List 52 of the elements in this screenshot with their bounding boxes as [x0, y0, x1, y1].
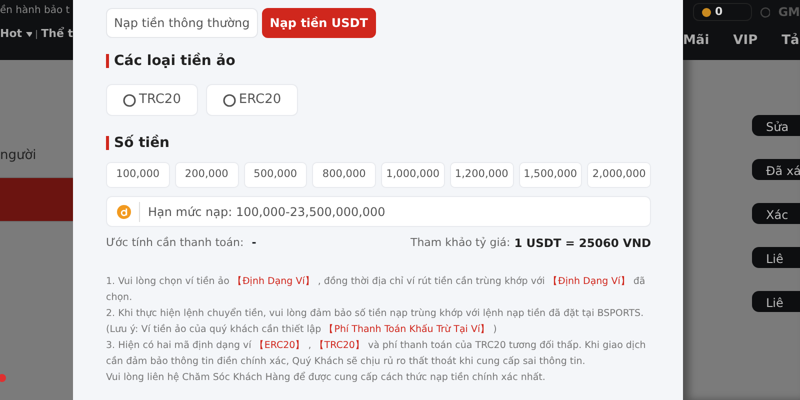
action-button[interactable]: Xác [752, 203, 800, 224]
field-label: Tham khảo tỷ giá: [410, 235, 510, 251]
menu-row[interactable] [0, 178, 73, 222]
note-link[interactable]: 【Định Dạng Ví】 [232, 276, 315, 288]
tab[interactable]: Nạp tiền thông thường [106, 8, 258, 38]
coin-icon [117, 204, 131, 218]
divider-mark [36, 30, 38, 39]
amount-button[interactable]: 500,000 [244, 162, 308, 188]
nav-link[interactable]: Thể t [41, 26, 73, 42]
amount-button[interactable]: 100,000 [106, 162, 170, 188]
refresh-icon[interactable] [760, 6, 770, 18]
action-button[interactable]: Liê [752, 291, 800, 312]
caret-icon [26, 32, 32, 37]
section-title: Các loại tiền ảo [106, 54, 651, 68]
note-link[interactable]: 【TRC20】 [314, 340, 365, 352]
note-text: 2. Khi thực hiện lệnh chuyển tiền, vui lòng đảm bảo số tiền nạp trùng khớp với lệnh nạp tiền đã đặt tại BSPORTS. [106, 306, 645, 322]
user-label: GM [778, 4, 800, 21]
note-link[interactable]: 【Phí Thanh Toán Khấu Trừ Tại Ví】 [324, 324, 490, 336]
amount-field[interactable]: Hạn mức nạp: 100,000-23,500,000,000 [106, 196, 651, 227]
action-button[interactable]: Liê [752, 247, 800, 268]
amount-button[interactable]: 200,000 [174, 162, 238, 188]
estimate-value: - [252, 235, 256, 251]
note-text: 1. Vui lòng chọn ví tiền ảo 【Định Dạng Ví】 , đồng thời địa chỉ ví rút tiền cần trùng khớp với 【Định Dạng Ví】 đã chọn. [106, 275, 646, 306]
note-link[interactable]: 【Định Dạng Ví】 [548, 276, 630, 288]
field-label: Ước tính cần thanh toán: [106, 235, 244, 251]
tab[interactable]: Nạp tiền USDT [262, 8, 376, 38]
action-button[interactable]: Đã xá [752, 159, 800, 180]
note-text: 3. Hiện có hai mã định dạng ví 【ERC20】 , 【TRC20】 và phí thanh toán của TRC20 tương đối thấp. Khi giao dịch cần đảm bảo thông tin điền chính xác, Quý Khách sẽ chịu rủ ro thất thoát khi cung cấp sai thông tin. [106, 339, 647, 370]
coin-icon [702, 8, 711, 16]
radio-option[interactable]: ERC20 [206, 84, 298, 116]
nav-link[interactable]: Tải [782, 31, 800, 50]
note-text: Vui lòng liên hệ Chăm Sóc Khách Hàng để được cung cấp cách thức nạp tiền chính xác nhất. [106, 370, 546, 386]
notice-text: ền hành bảo t [0, 4, 70, 18]
rate-value: 1 USDT = 25060 VND [514, 235, 651, 252]
amount-button[interactable]: 1,200,000 [450, 162, 514, 188]
nav-link[interactable]: Mãi [683, 31, 710, 50]
note-text: (Lưu ý: Ví tiền ảo của quý khách cần thiết lập 【Phí Thanh Toán Khấu Trừ Tại Ví】 ) [106, 323, 498, 338]
section-title: Số tiền [106, 136, 651, 150]
amount-input[interactable]: Hạn mức nạp: 100,000-23,500,000,000 [139, 202, 650, 222]
action-button[interactable]: Sửa [752, 115, 800, 136]
amount-button[interactable]: 800,000 [312, 162, 376, 188]
balance-value: 0 [715, 4, 723, 20]
amount-button[interactable]: 1,000,000 [381, 162, 445, 188]
radio-icon [123, 94, 136, 106]
radio-icon [222, 94, 236, 106]
badge-dot [0, 374, 6, 382]
note-link[interactable]: 【ERC20】 [254, 340, 306, 352]
amount-button[interactable]: 2,000,000 [587, 162, 651, 188]
radio-option[interactable]: TRC20 [106, 84, 198, 116]
amount-button[interactable]: 1,500,000 [518, 162, 582, 188]
nav-link[interactable]: Hot [0, 26, 22, 42]
nav-link[interactable]: VIP [733, 31, 758, 50]
